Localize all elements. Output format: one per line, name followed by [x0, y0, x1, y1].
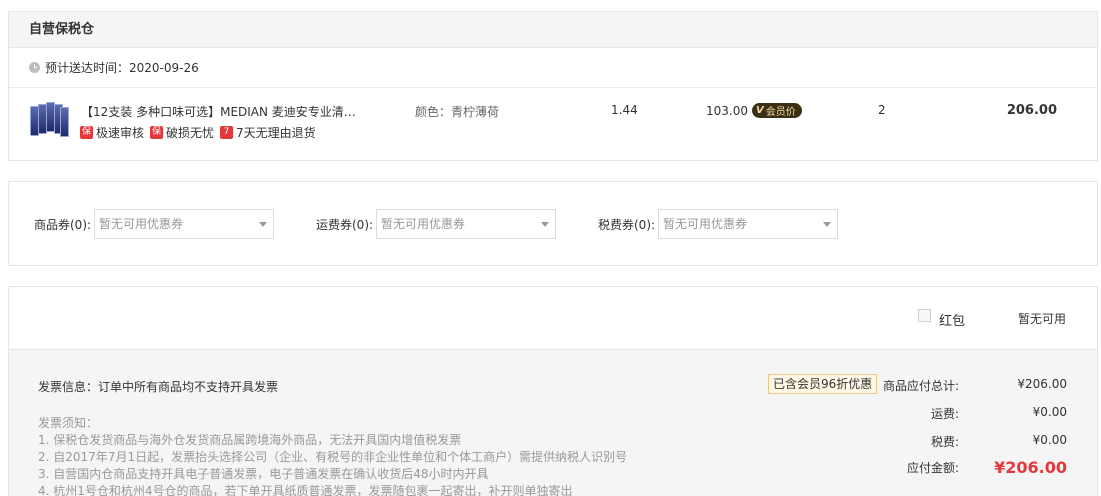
service-tag-label: 7天无理由退货 [236, 126, 316, 140]
tax-label: 税费: [930, 435, 959, 449]
red-packet-status: 暂无可用 [1018, 312, 1067, 326]
invoice-and-totals: 发票信息：订单中所有商品均不支持开具发票 发票须知： 1. 保税仓发货商品与海外… [9, 350, 1097, 496]
freight-value: ¥0.00 [1032, 405, 1067, 419]
coupon-section: 商品券(0): 暂无可用优惠券 运费券(0): 暂无可用优惠券 税费券(0): … [8, 181, 1098, 266]
vip-price-label: 会员价 [765, 107, 796, 118]
freight-label: 运费: [930, 407, 959, 421]
product-thumbnail[interactable] [30, 102, 69, 140]
payable-row: 应付金额: ¥206.00 [879, 458, 1067, 477]
dropdown-arrow-icon [823, 222, 832, 227]
product-weight: 1.44 [611, 103, 638, 117]
service-tag-label: 极速审核 [96, 126, 145, 140]
tax-coupon-value: 暂无可用优惠券 [663, 217, 748, 231]
payable-label: 应付金额: [906, 461, 959, 475]
delivery-time: 预计送达时间： 2020-09-26 [9, 48, 1097, 88]
freight-coupon-value: 暂无可用优惠券 [381, 217, 466, 231]
freight-coupon-group: 运费券(0): 暂无可用优惠券 [316, 209, 557, 239]
delivery-date: 2020-09-26 [129, 60, 199, 75]
tax-value: ¥0.00 [1032, 433, 1067, 447]
member-discount-badge: 已含会员96折优惠 [768, 374, 878, 394]
guarantee-icon: 保 [150, 126, 164, 139]
product-price: 103.00 V 会员价 [706, 103, 802, 118]
warehouse-title: 自营保税仓 [9, 12, 1097, 48]
vip-icon: V [756, 105, 764, 116]
guarantee-icon: 保 [80, 126, 93, 139]
freight-row: 运费: ¥0.00 [879, 405, 1067, 422]
invoice-info: 发票信息：订单中所有商品均不支持开具发票 [38, 380, 279, 394]
order-summary-section: 红包 暂无可用 发票信息：订单中所有商品均不支持开具发票 发票须知： 1. 保税… [8, 286, 1098, 496]
service-tags: 保 极速审核 保 破损无忧 7 7天无理由退货 [80, 124, 322, 141]
goods-coupon-label: 商品券(0): [34, 217, 92, 232]
goods-coupon-group: 商品券(0): 暂无可用优惠券 [34, 209, 275, 239]
product-name-link[interactable]: 【12支装 多种口味可选】MEDIAN 麦迪安专业清… [81, 103, 381, 120]
service-tag: 保 极速审核 [80, 124, 144, 141]
vip-price-badge: V 会员价 [752, 103, 802, 118]
goods-total-label: 商品应付总计: [882, 379, 959, 393]
invoice-notice: 发票须知： 1. 保税仓发货商品与海外仓发货商品属跨境海外商品，无法开具国内增值… [38, 415, 627, 496]
freight-coupon-label: 运费券(0): [316, 217, 374, 232]
service-tag: 保 破损无忧 [150, 124, 214, 141]
product-quantity: 2 [878, 103, 886, 117]
invoice-notice-line: 3. 自营国内仓商品支持开具电子普通发票，电子普通发票在确认收货后48小时内开具 [38, 467, 489, 481]
tax-coupon-label: 税费券(0): [598, 217, 656, 232]
warehouse-section: 自营保税仓 预计送达时间： 2020-09-26 【12支装 多种口味可选】ME… [8, 11, 1098, 161]
service-tag-label: 破损无忧 [166, 126, 215, 140]
product-color: 颜色：青柠薄荷 [415, 105, 500, 119]
goods-total-row: 商品应付总计: ¥206.00 [879, 377, 1067, 394]
red-packet-row: 红包 暂无可用 [9, 287, 1097, 350]
order-item-row: 【12支装 多种口味可选】MEDIAN 麦迪安专业清… 保 极速审核 保 破损无… [9, 88, 1097, 160]
freight-coupon-select[interactable]: 暂无可用优惠券 [376, 209, 557, 239]
red-packet-label: 红包 [939, 314, 966, 329]
tax-coupon-group: 税费券(0): 暂无可用优惠券 [598, 209, 839, 239]
dropdown-arrow-icon [259, 222, 268, 227]
goods-total-value: ¥206.00 [1017, 377, 1067, 391]
unit-price: 103.00 [706, 103, 748, 118]
payable-value: ¥206.00 [994, 458, 1067, 477]
goods-coupon-value: 暂无可用优惠券 [99, 217, 184, 231]
product-subtotal: 206.00 [1006, 103, 1057, 118]
invoice-notice-title: 发票须知： [38, 416, 99, 430]
invoice-notice-line: 2. 自2017年7月1日起，发票抬头选择公司（企业、有税号的非企业性单位和个体… [38, 450, 628, 464]
invoice-notice-line: 1. 保税仓发货商品与海外仓发货商品属跨境海外商品，无法开具国内增值税发票 [38, 433, 462, 447]
seven-day-return-icon: 7 [220, 126, 234, 139]
dropdown-arrow-icon [541, 222, 550, 227]
clock-icon [29, 62, 40, 73]
tax-row: 税费: ¥0.00 [879, 433, 1067, 450]
tax-coupon-select[interactable]: 暂无可用优惠券 [658, 209, 839, 239]
delivery-label: 预计送达时间： [45, 61, 130, 75]
invoice-notice-line: 4. 杭州1号仓和杭州4号仓的商品，若下单开具纸质普通发票，发票随包裹一起寄出，… [38, 484, 573, 496]
goods-coupon-select[interactable]: 暂无可用优惠券 [94, 209, 275, 239]
service-tag: 7 7天无理由退货 [220, 124, 316, 141]
red-packet-checkbox[interactable] [918, 309, 931, 322]
